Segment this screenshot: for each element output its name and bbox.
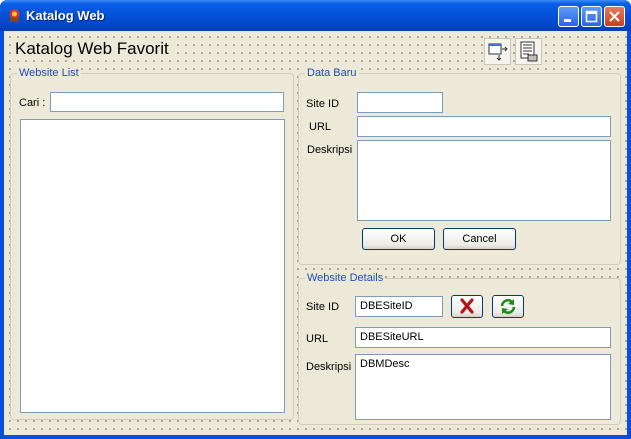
window-title: Katalog Web bbox=[26, 8, 105, 23]
new-desc-field[interactable] bbox=[357, 140, 611, 221]
layout-tool-button[interactable] bbox=[484, 38, 511, 65]
form-client-area: Katalog Web Favorit Website List Cari : bbox=[4, 31, 627, 435]
data-baru-legend: Data Baru bbox=[305, 67, 359, 79]
website-list-legend: Website List bbox=[17, 67, 81, 79]
detail-site-id-label: Site ID bbox=[306, 301, 340, 313]
minimize-button[interactable] bbox=[558, 6, 579, 27]
app-logo-icon bbox=[9, 9, 20, 22]
page-title: Katalog Web Favorit bbox=[13, 39, 171, 59]
new-url-label: URL bbox=[309, 121, 332, 133]
close-button[interactable] bbox=[604, 6, 625, 27]
detail-url-field[interactable]: DBESiteURL bbox=[355, 327, 611, 348]
app-window: Katalog Web Katalog Web Favorit Website … bbox=[0, 0, 631, 439]
minimize-icon bbox=[564, 19, 571, 22]
delete-x-icon bbox=[460, 298, 474, 314]
detail-desc-label: Deskripsi bbox=[306, 361, 352, 373]
new-url-field[interactable] bbox=[357, 116, 611, 137]
ok-button[interactable]: OK bbox=[362, 228, 435, 250]
report-tool-button[interactable] bbox=[515, 38, 542, 65]
new-site-id-label: Site ID bbox=[306, 98, 340, 110]
data-baru-group: Data Baru Site ID URL Deskripsi OK Cance… bbox=[298, 67, 621, 265]
search-label: Cari : bbox=[19, 97, 46, 109]
report-icon bbox=[520, 41, 538, 62]
title-bar[interactable]: Katalog Web bbox=[0, 0, 631, 31]
maximize-icon bbox=[585, 10, 598, 23]
form-layout-icon bbox=[488, 43, 508, 61]
website-details-group: Website Details Site ID DBESiteID URL DB… bbox=[298, 272, 621, 425]
search-input[interactable] bbox=[50, 92, 284, 112]
maximize-button[interactable] bbox=[581, 6, 602, 27]
refresh-button[interactable] bbox=[492, 295, 524, 318]
website-details-legend: Website Details bbox=[305, 272, 386, 284]
close-icon bbox=[609, 11, 620, 22]
detail-desc-field[interactable]: DBMDesc bbox=[355, 354, 611, 420]
new-desc-label: Deskripsi bbox=[307, 144, 353, 156]
delete-button[interactable] bbox=[451, 295, 483, 318]
website-listbox[interactable] bbox=[20, 119, 285, 413]
new-site-id-field[interactable] bbox=[357, 92, 443, 113]
refresh-icon bbox=[500, 299, 516, 314]
website-list-group: Website List Cari : bbox=[10, 67, 294, 420]
cancel-button[interactable]: Cancel bbox=[443, 228, 516, 250]
detail-site-id-field[interactable]: DBESiteID bbox=[355, 296, 443, 317]
detail-url-label: URL bbox=[306, 333, 329, 345]
